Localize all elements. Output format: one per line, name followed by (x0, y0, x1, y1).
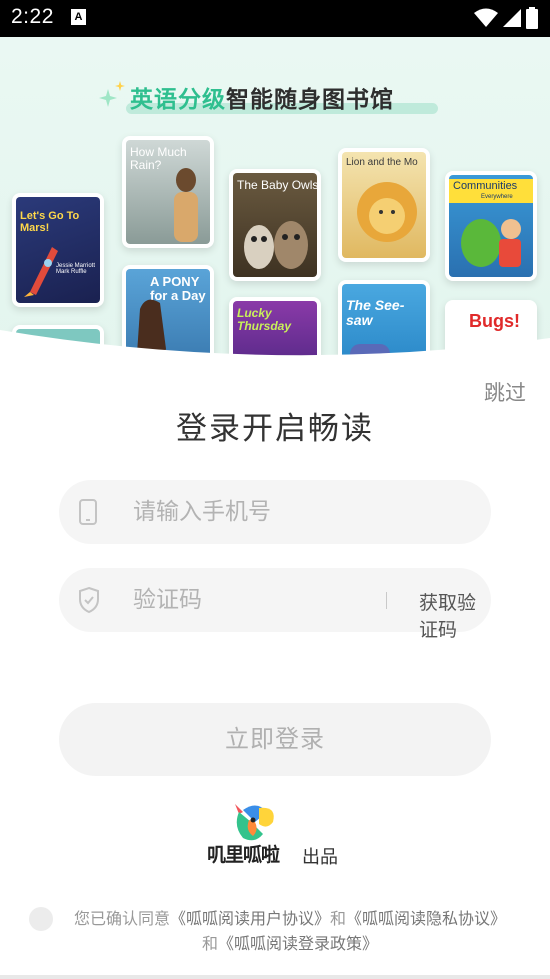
login-policy-link[interactable]: 《呱呱阅读登录政策》 (218, 934, 378, 953)
code-field[interactable]: 获取验证码 (59, 568, 491, 641)
notification-icon: A (71, 9, 86, 25)
status-bar: 2:22 A (0, 0, 550, 37)
book-title: Lion and the Mo (346, 157, 418, 168)
agreement-checkbox[interactable] (29, 907, 53, 931)
status-icons (474, 7, 538, 29)
sparkle-icon (99, 81, 125, 107)
shield-icon (77, 586, 101, 618)
signal-icon (503, 9, 521, 27)
book-cover[interactable]: Communities Everywhere (445, 171, 537, 281)
privacy-agreement-link[interactable]: 《呱呱阅读隐私协议》 (346, 909, 506, 928)
agreement-prefix: 您已确认同意 (73, 909, 170, 928)
brand-logo: 叽里呱啦 出品 (205, 800, 350, 870)
login-button[interactable]: 立即登录 (59, 703, 491, 776)
phone-input[interactable] (133, 492, 363, 532)
book-title: Lucky Thursday (237, 306, 292, 333)
get-code-button[interactable]: 获取验证码 (419, 588, 491, 642)
book-title: The See-saw (346, 297, 405, 328)
brand-name: 叽里呱啦 (207, 844, 280, 866)
library-banner: 英语分级智能随身图书馆 Let's Go To Mars! Jessie Mar… (0, 37, 550, 367)
wifi-icon (474, 8, 498, 27)
banner-title: 英语分级智能随身图书馆 (130, 80, 394, 114)
brand-mascot-icon (235, 804, 274, 841)
phone-field[interactable] (59, 480, 491, 544)
battery-icon (526, 7, 538, 29)
banner-curve (0, 330, 550, 390)
book-cover[interactable]: Let's Go To Mars! Jessie Marriott Mark R… (12, 193, 104, 307)
book-cover[interactable]: The Baby Owls (229, 169, 321, 281)
banner-title-rest: 智能随身图书馆 (226, 87, 394, 113)
login-title: 登录开启畅读 (176, 411, 374, 447)
book-subtitle: Everywhere (481, 194, 513, 200)
book-title: Bugs! (469, 311, 520, 331)
book-cover[interactable]: How Much Rain? (122, 136, 214, 248)
book-title: Communities (453, 180, 518, 192)
code-input[interactable] (133, 580, 333, 620)
bottom-divider (0, 975, 550, 979)
agreement-text: 您已确认同意《呱呱阅读用户协议》和《呱呱阅读隐私协议》和《呱呱阅读登录政策》 (70, 906, 510, 956)
agreement-and: 和 (201, 934, 218, 953)
book-byline: Jessie Marriott Mark Ruffle (56, 263, 96, 275)
banner-title-highlight: 英语分级 (130, 87, 226, 113)
book-title: Let's Go To Mars! (20, 210, 80, 234)
book-cover[interactable]: Lion and the Mo (338, 148, 430, 262)
phone-icon (77, 498, 99, 530)
book-title: The Baby Owls (237, 178, 317, 192)
brand-suffix: 出品 (302, 847, 338, 868)
status-time: 2:22 (11, 5, 54, 28)
agreement-and: 和 (330, 909, 347, 928)
code-divider (386, 592, 387, 609)
user-agreement-link[interactable]: 《呱呱阅读用户协议》 (170, 909, 330, 928)
